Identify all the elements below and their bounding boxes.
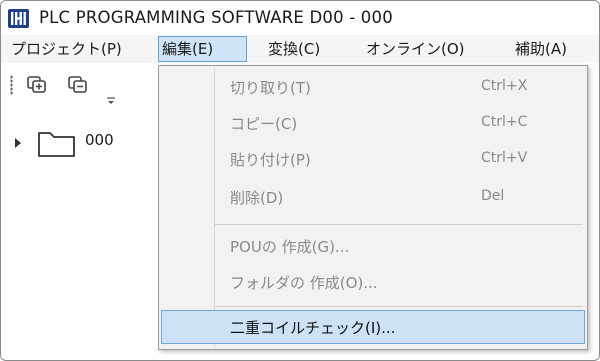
menu-item-shortcut: Ctrl+V bbox=[481, 150, 528, 166]
menu-item-label: 二重コイルチェック(I)... bbox=[230, 319, 396, 337]
menu-assist[interactable]: 補助(A) bbox=[512, 36, 570, 62]
menu-item-paste[interactable]: 貼り付け(P) Ctrl+V bbox=[161, 142, 585, 176]
menu-edit[interactable]: 編集(E) bbox=[158, 36, 247, 62]
menu-separator bbox=[215, 224, 583, 225]
menu-item-label: POUの 作成(G)... bbox=[230, 238, 350, 256]
remove-device-icon[interactable] bbox=[68, 76, 88, 94]
edit-dropdown-menu: 切り取り(T) Ctrl+X コピー(C) Ctrl+C 貼り付け(P) Ctr… bbox=[158, 65, 588, 350]
menu-item-cut[interactable]: 切り取り(T) Ctrl+X bbox=[161, 70, 585, 104]
menu-bar: プロジェクト(P) 編集(E) 変換(C) オンライン(O) 補助(A) bbox=[1, 35, 599, 63]
menu-item-label: フォルダの 作成(O)... bbox=[230, 274, 378, 292]
menu-separator bbox=[215, 306, 583, 307]
menu-item-double-coil-check[interactable]: 二重コイルチェック(I)... bbox=[161, 310, 585, 344]
menu-item-create-folder[interactable]: フォルダの 作成(O)... bbox=[161, 265, 585, 299]
menu-item-shortcut: Ctrl+X bbox=[481, 78, 528, 94]
menu-item-shortcut: Ctrl+C bbox=[481, 114, 528, 130]
app-logo-icon bbox=[8, 9, 29, 28]
menu-item-label: 削除(D) bbox=[230, 189, 284, 207]
menu-convert[interactable]: 変換(C) bbox=[265, 36, 323, 62]
menu-item-delete[interactable]: 削除(D) Del bbox=[161, 180, 585, 214]
folder-icon[interactable] bbox=[37, 129, 77, 159]
add-device-icon[interactable] bbox=[27, 76, 47, 94]
menu-item-label: 切り取り(T) bbox=[230, 79, 311, 97]
title-bar: PLC PROGRAMMING SOFTWARE D00 - 000 bbox=[1, 1, 599, 35]
tree-node-label[interactable]: 000 bbox=[85, 131, 114, 149]
menu-item-copy[interactable]: コピー(C) Ctrl+C bbox=[161, 106, 585, 140]
toolbar-grip[interactable] bbox=[10, 75, 13, 95]
window-title: PLC PROGRAMMING SOFTWARE D00 - 000 bbox=[39, 8, 393, 27]
menu-project[interactable]: プロジェクト(P) bbox=[8, 36, 125, 62]
app-window: PLC PROGRAMMING SOFTWARE D00 - 000 プロジェク… bbox=[0, 0, 600, 361]
expand-arrow-icon[interactable] bbox=[15, 138, 21, 148]
menu-online[interactable]: オンライン(O) bbox=[363, 36, 468, 62]
toolbar-overflow-icon[interactable] bbox=[105, 91, 117, 104]
menu-item-create-pou[interactable]: POUの 作成(G)... bbox=[161, 229, 585, 263]
menu-item-label: 貼り付け(P) bbox=[230, 151, 311, 169]
menu-item-label: コピー(C) bbox=[230, 115, 298, 133]
menu-item-shortcut: Del bbox=[481, 188, 505, 204]
